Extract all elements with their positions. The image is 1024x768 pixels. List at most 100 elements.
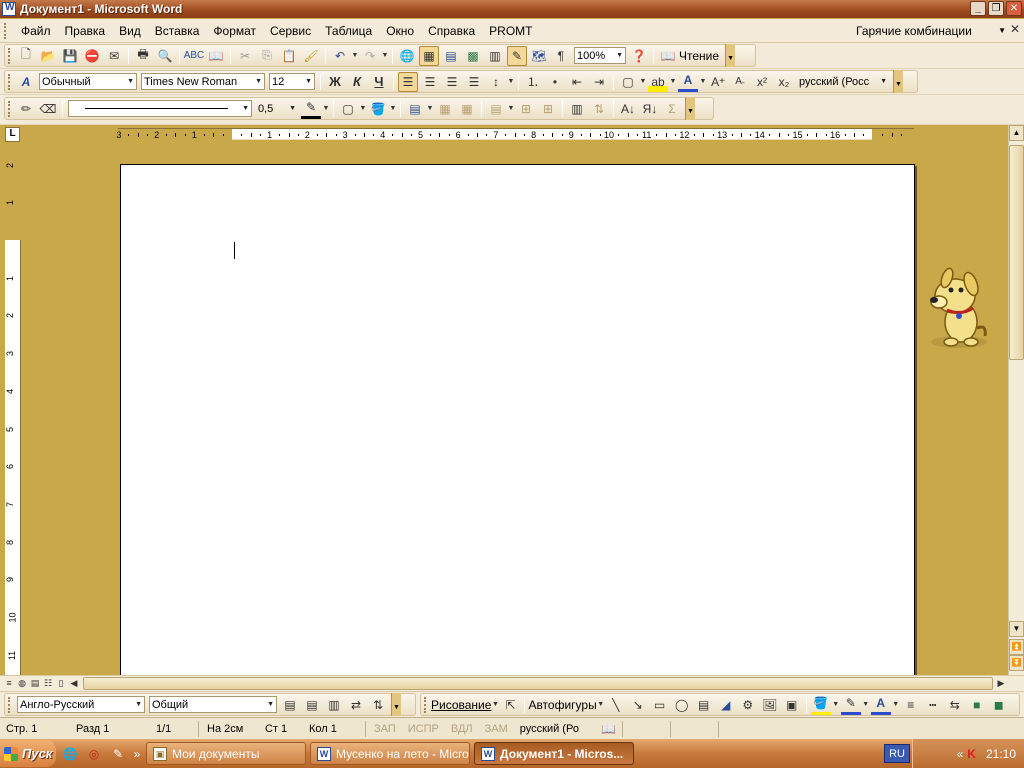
toolbar-grip[interactable] [424, 696, 428, 713]
numbering-icon[interactable]: ⒈ [523, 72, 543, 92]
menu-promt[interactable]: PROMT [482, 20, 539, 42]
arrow-icon[interactable]: ↘ [628, 695, 648, 715]
close-document-icon[interactable]: ✕ [1010, 22, 1020, 36]
highlight-icon[interactable]: ab [648, 71, 668, 92]
translate-icon[interactable]: ▤ [280, 695, 300, 715]
border-color-dropdown-icon[interactable]: ▼ [322, 105, 330, 112]
language-combo[interactable]: русский (Росс ▼ [797, 73, 889, 90]
outside-border-icon[interactable]: ▢ [338, 99, 358, 119]
distribute-columns-icon[interactable]: ⊞ [538, 99, 558, 119]
copy-icon[interactable]: ⎘ [257, 46, 277, 66]
open-folder-icon[interactable]: 📂 [38, 46, 58, 66]
reading-view-icon[interactable]: ▯ [55, 677, 67, 690]
line-color-icon[interactable]: ✎ [840, 695, 861, 715]
minimize-button[interactable]: _ [970, 1, 986, 16]
tray-chevron-icon[interactable]: « [957, 747, 964, 761]
align-cell-dropdown-icon[interactable]: ▼ [507, 105, 515, 112]
line-weight-combo[interactable]: 0,5 ▼ [256, 100, 298, 117]
arrow-style-icon[interactable]: ⇆ [945, 695, 965, 715]
translate-selection-icon[interactable]: ⇄ [346, 695, 366, 715]
superscript-icon[interactable]: x² [752, 72, 772, 92]
menu-help[interactable]: Справка [421, 20, 482, 42]
draw-table-icon[interactable]: ✏ [16, 99, 36, 119]
zoom-combo[interactable]: 100% ▼ [574, 47, 626, 64]
web-view-icon[interactable]: ◍ [16, 677, 28, 690]
research-icon[interactable]: 📖 [206, 46, 226, 66]
reading-label[interactable]: Чтение [679, 49, 719, 63]
topic-combo[interactable]: Общий ▼ [149, 696, 277, 713]
fill-color-icon[interactable]: 🪣 [810, 695, 831, 715]
insert-table-icon[interactable]: ▤ [405, 99, 425, 119]
line-color-dropdown-icon[interactable]: ▼ [862, 701, 870, 708]
toolbar-options-icon[interactable]: ▼ [725, 44, 736, 67]
line-icon[interactable]: ╲ [606, 695, 626, 715]
vertical-ruler[interactable]: 2 1 1 2 3 4 5 6 7 8 9 10 11 [5, 148, 21, 675]
print-layout-icon[interactable]: ▤ [29, 677, 41, 690]
shading-dropdown-icon[interactable]: ▼ [389, 105, 397, 112]
paste-icon[interactable]: 📋 [279, 46, 299, 66]
rectangle-icon[interactable]: ▭ [650, 695, 670, 715]
scroll-down-icon[interactable]: ▼ [1009, 621, 1024, 637]
scroll-right-icon[interactable]: ▶ [995, 677, 1007, 690]
line-spacing-dropdown-icon[interactable]: ▼ [507, 78, 515, 85]
office-assistant-dog-icon[interactable] [925, 262, 991, 350]
dictionary-icon[interactable]: ▥ [324, 695, 344, 715]
merge-cells-icon[interactable]: ▦ [435, 99, 455, 119]
taskbar-item-document1[interactable]: W Документ1 - Micros... [474, 742, 634, 765]
shrink-font-icon[interactable]: A- [730, 72, 750, 92]
3d-icon[interactable]: ◼ [989, 695, 1009, 715]
autosum-icon[interactable]: Σ [662, 99, 682, 119]
quicklaunch-opera-icon[interactable]: ◎ [84, 744, 104, 764]
next-page-icon[interactable]: ⏬ [1009, 655, 1024, 671]
redo-dropdown-icon[interactable]: ▼ [381, 52, 389, 59]
scroll-left-icon[interactable]: ◀ [68, 677, 80, 690]
text-box-icon[interactable]: ▤ [694, 695, 714, 715]
email-icon[interactable]: ✉ [104, 46, 124, 66]
undo-dropdown-icon[interactable]: ▼ [351, 52, 359, 59]
select-objects-icon[interactable]: ⇱ [500, 695, 520, 715]
align-left-icon[interactable]: ☰ [398, 71, 418, 92]
translation-direction-combo[interactable]: Англо-Русский ▼ [17, 696, 145, 713]
border-dropdown-icon[interactable]: ▼ [639, 78, 647, 85]
eraser-icon[interactable]: ⌫ [38, 99, 58, 119]
taskbar-item-my-documents[interactable]: ▣ Мои документы [146, 742, 306, 765]
line-style-combo[interactable]: ▼ [68, 100, 252, 117]
menu-format[interactable]: Формат [206, 20, 263, 42]
show-formatting-icon[interactable]: ¶ [551, 46, 571, 66]
previous-page-icon[interactable]: ⏫ [1009, 639, 1024, 655]
underline-button[interactable]: Ч [369, 72, 389, 92]
subscript-icon[interactable]: x₂ [774, 72, 794, 92]
menu-window[interactable]: Окно [379, 20, 421, 42]
menu-edit[interactable]: Правка [58, 20, 113, 42]
redo-icon[interactable]: ↷ [360, 46, 380, 66]
toolbar-grip[interactable] [8, 73, 12, 90]
start-button[interactable]: Пуск [0, 740, 56, 767]
font-color-icon[interactable]: A [678, 72, 698, 92]
drawing-dropdown-icon[interactable]: ▼ [491, 701, 499, 708]
translate-document-icon[interactable]: ▤ [302, 695, 322, 715]
language-indicator[interactable]: RU [884, 744, 910, 763]
autoshapes-menu[interactable]: Автофигуры [528, 698, 596, 712]
italic-button[interactable]: К [347, 72, 367, 92]
insert-excel-icon[interactable]: ▩ [463, 46, 483, 66]
line-spacing-icon[interactable]: ↕ [486, 72, 506, 92]
format-painter-icon[interactable]: 🖌 [301, 46, 321, 66]
font-combo[interactable]: Times New Roman ▼ [141, 73, 265, 90]
style-combo[interactable]: Обычный ▼ [39, 73, 137, 90]
new-document-icon[interactable]: 🗋 [16, 46, 36, 66]
decrease-indent-icon[interactable]: ⇤ [567, 72, 587, 92]
font-color-dropdown-icon[interactable]: ▼ [699, 78, 707, 85]
dash-style-icon[interactable]: ┅ [923, 695, 943, 715]
text-direction-icon[interactable]: ⇅ [589, 99, 609, 119]
distribute-rows-icon[interactable]: ⊞ [516, 99, 536, 119]
align-center-icon[interactable]: ☰ [420, 72, 440, 92]
toolbar-grip[interactable] [8, 696, 12, 713]
justify-icon[interactable]: ☰ [464, 72, 484, 92]
help-icon[interactable]: ❓ [629, 46, 649, 66]
close-button[interactable]: ✕ [1006, 1, 1022, 16]
restore-button[interactable]: ❐ [988, 1, 1004, 16]
sort-descending-icon[interactable]: Я↓ [640, 99, 660, 119]
split-cells-icon[interactable]: ▦ [457, 99, 477, 119]
hotkeys-combo[interactable]: Гарячие комбинации ▼ [856, 21, 1006, 40]
outside-border-dropdown-icon[interactable]: ▼ [359, 105, 367, 112]
